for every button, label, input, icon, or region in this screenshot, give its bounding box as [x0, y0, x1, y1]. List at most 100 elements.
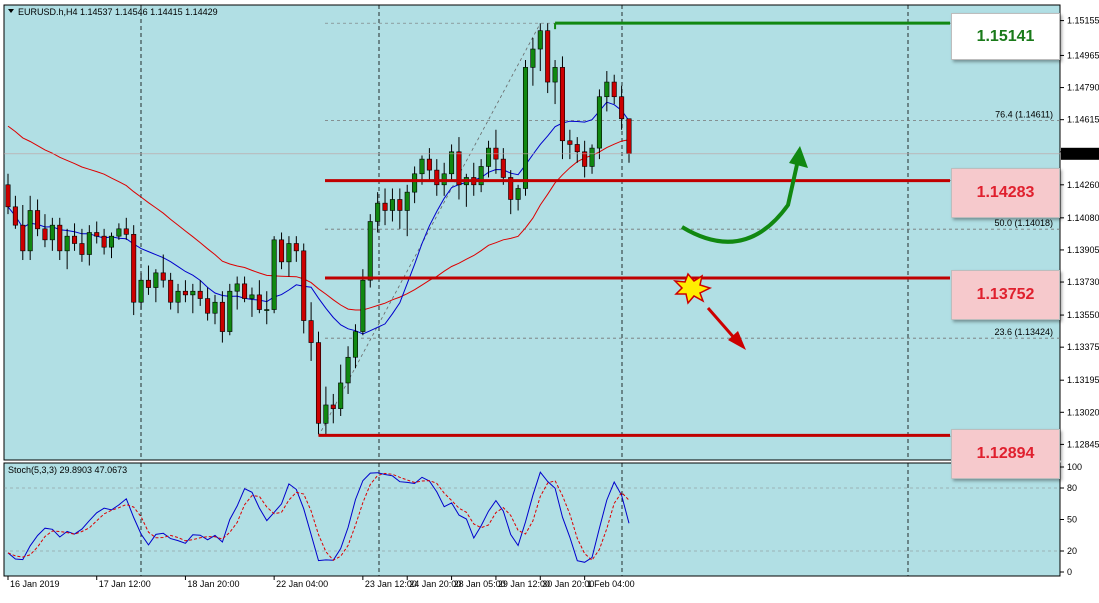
candle-body: [72, 235, 78, 244]
time-axis-label: 22 Jan 04:00: [276, 579, 328, 589]
candle-body: [153, 272, 159, 288]
candle-body: [145, 279, 151, 288]
candle-body: [12, 206, 18, 226]
candle-body: [404, 191, 410, 211]
candle-body: [367, 221, 373, 281]
candle-body: [589, 147, 595, 167]
candle-body: [116, 228, 122, 237]
level-badge-4: 1.12894: [951, 429, 1060, 479]
price-tick-label: 1.13550: [1067, 310, 1099, 320]
price-tick-label: 1.14615: [1067, 115, 1099, 125]
candle-body: [619, 96, 625, 120]
candle-body: [611, 81, 617, 98]
candle-body: [530, 48, 536, 68]
candle-body: [108, 235, 115, 248]
candle-body: [271, 239, 277, 310]
candle-body: [138, 279, 144, 303]
candle-body: [449, 151, 455, 175]
level-badge-1: 1.15141: [951, 13, 1060, 60]
candle-body: [168, 279, 174, 303]
symbol-header: EURUSD.h,H4 1.14537 1.14546 1.14415 1.14…: [18, 7, 218, 17]
candle-body: [227, 290, 233, 332]
candle-body: [35, 210, 41, 230]
candle-body: [27, 210, 33, 252]
candle-body: [419, 158, 425, 175]
candle-body: [315, 342, 322, 424]
candle-body: [323, 404, 329, 424]
stoch-tick-label: 80: [1067, 483, 1077, 493]
candle-body: [20, 224, 26, 252]
price-tick-label: 1.14260: [1067, 180, 1099, 190]
stoch-tick-label: 100: [1067, 462, 1082, 472]
candle-body: [486, 147, 492, 167]
candle-body: [360, 279, 366, 332]
stoch-tick-label: 20: [1067, 546, 1077, 556]
candle-body: [101, 235, 107, 248]
candle-body: [308, 320, 314, 343]
candle-body: [345, 356, 351, 384]
candle-body: [256, 294, 262, 310]
level-badge-2: 1.14283: [951, 168, 1060, 218]
time-axis-label: 16 Jan 2019: [10, 579, 60, 589]
candle-body: [330, 404, 336, 409]
stoch-panel: [3, 462, 1061, 577]
candle-body: [426, 158, 432, 171]
candle-body: [515, 188, 521, 200]
stoch-tick-label: 50: [1067, 515, 1077, 525]
candle-body: [604, 81, 610, 98]
candle-body: [567, 140, 573, 145]
candle-body: [5, 184, 11, 208]
candle-body: [175, 290, 181, 303]
time-axis-label: 17 Jan 12:00: [99, 579, 151, 589]
oscillator-header: Stoch(5,3,3) 29.8903 47.0673: [8, 465, 127, 475]
fib-label: 50.0 (1.14018): [994, 218, 1053, 228]
candle-body: [293, 243, 299, 252]
candle-body: [249, 294, 255, 299]
candle-body: [559, 67, 565, 142]
candle-body: [279, 239, 285, 263]
candle-body: [574, 144, 580, 153]
candle-body: [522, 67, 529, 189]
candle-body: [57, 224, 63, 252]
fib-label: 23.6 (1.13424): [994, 327, 1053, 337]
current-price-label: 1.14429: [1064, 149, 1097, 159]
price-tick-label: 1.13905: [1067, 245, 1099, 255]
price-tick-label: 1.13730: [1067, 277, 1099, 287]
price-tick-label: 1.13195: [1067, 375, 1099, 385]
main-panel: [3, 4, 1061, 461]
candle-body: [79, 243, 85, 255]
candle-body: [234, 283, 240, 292]
fib-label: 76.4 (1.14611): [995, 109, 1053, 119]
candle-body: [182, 290, 188, 296]
candle-body: [537, 30, 543, 50]
candle-body: [94, 232, 100, 237]
level-badge-3: 1.13752: [951, 270, 1060, 320]
candle-body: [412, 173, 418, 193]
candle-body: [131, 234, 137, 303]
price-tick-label: 1.13020: [1067, 407, 1099, 417]
price-tick-label: 1.15155: [1067, 16, 1099, 26]
candle-body: [338, 382, 344, 409]
candle-body: [389, 199, 395, 211]
candle-body: [219, 301, 225, 332]
candle-body: [375, 202, 381, 222]
candle-body: [552, 67, 558, 83]
candle-body: [397, 199, 403, 211]
chart-svg[interactable]: 1.151551.149651.147901.146151.144401.142…: [0, 0, 1099, 598]
candle-body: [205, 298, 211, 314]
time-axis-label: 1 Feb 04:00: [587, 579, 635, 589]
candle-body: [434, 169, 440, 186]
candle-body: [596, 96, 602, 149]
stoch-tick-label: 0: [1067, 567, 1072, 577]
candle-body: [123, 228, 129, 235]
candle-body: [64, 235, 70, 252]
candle-body: [301, 250, 307, 321]
candle-body: [212, 301, 218, 314]
candle-body: [190, 290, 196, 296]
price-tick-label: 1.14080: [1067, 213, 1099, 223]
candle-body: [49, 224, 55, 241]
price-tick-label: 1.14965: [1067, 50, 1099, 60]
candle-body: [352, 331, 358, 358]
price-tick-label: 1.14790: [1067, 83, 1099, 93]
candle-body: [626, 118, 632, 154]
